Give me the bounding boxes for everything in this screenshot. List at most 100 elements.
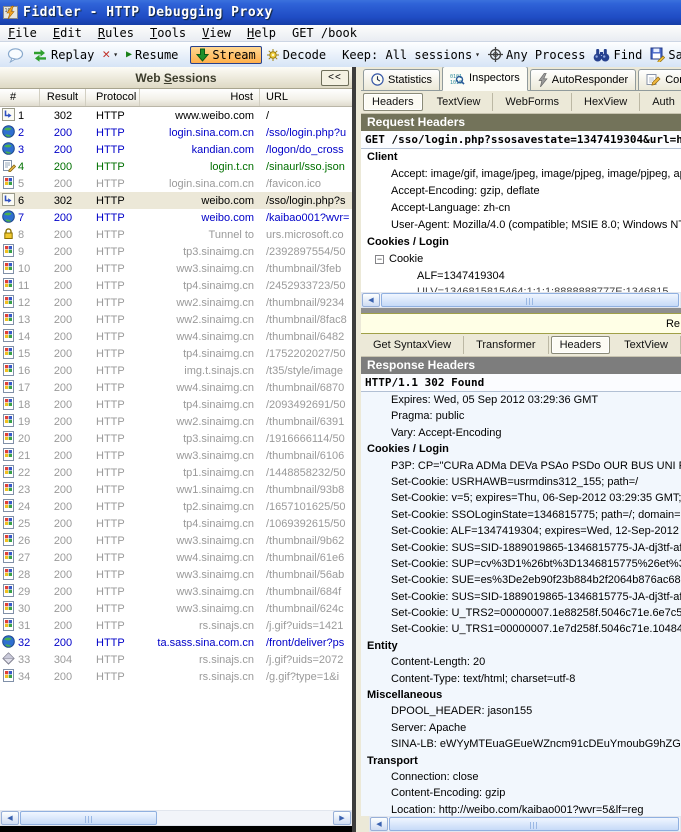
host: tp4.sinaimg.cn <box>140 518 260 530</box>
fiddler-window: 101 Fiddler - HTTP Debugging Proxy FileE… <box>0 0 681 832</box>
result-code: 200 <box>40 620 86 632</box>
session-row-25[interactable]: 25200HTTPtp4.sinaimg.cn/1069392615/50 <box>0 515 352 532</box>
session-row-7[interactable]: 7200HTTPweibo.com/kaibao001?wvr= <box>0 209 352 226</box>
session-row-33[interactable]: 33304HTTPrs.sinajs.cn/j.gif?uids=2072 <box>0 651 352 668</box>
save-button[interactable]: Save <box>646 45 681 64</box>
menu-item-get-book[interactable]: GET /book <box>284 26 365 40</box>
session-row-6[interactable]: 6302HTTPweibo.com/sso/login.php?s <box>0 192 352 209</box>
column-header-host[interactable]: Host <box>140 89 260 106</box>
keep-sessions-dropdown[interactable]: Keep: All sessions▾ <box>338 46 484 64</box>
replay-button[interactable]: Replay <box>28 45 98 64</box>
remove-sessions-icon: ✕ <box>102 47 110 62</box>
session-row-9[interactable]: 9200HTTPtp3.sinaimg.cn/2392897554/50 <box>0 243 352 260</box>
comment-button[interactable] <box>3 45 28 65</box>
session-row-24[interactable]: 24200HTTPtp2.sinaimg.cn/1657101625/50 <box>0 498 352 515</box>
session-row-18[interactable]: 18200HTTPtp4.sinaimg.cn/2093492691/50 <box>0 396 352 413</box>
scroll-right-button[interactable]: ▶ <box>333 811 351 825</box>
menu-item-edit[interactable]: Edit <box>45 26 90 40</box>
session-row-28[interactable]: 28200HTTPww3.sinaimg.cn/thumbnail/56ab <box>0 566 352 583</box>
session-row-2[interactable]: 2200HTTPlogin.sina.com.cn/sso/login.php?… <box>0 124 352 141</box>
session-row-31[interactable]: 31200HTTPrs.sinajs.cn/j.gif?uids=1421 <box>0 617 352 634</box>
remove-sessions-button[interactable]: ✕▾ <box>98 45 122 64</box>
request-tab-textview[interactable]: TextView <box>425 93 494 111</box>
collapse-sessions-button[interactable]: << <box>321 70 349 86</box>
session-row-10[interactable]: 10200HTTPww3.sinaimg.cn/thumbnail/3feb <box>0 260 352 277</box>
session-row-5[interactable]: 5200HTTPlogin.sina.com.cn/favicon.ico <box>0 175 352 192</box>
web-sessions-header: Web Sessions << <box>0 67 352 89</box>
menu-item-help[interactable]: Help <box>239 26 284 40</box>
host: ww4.sinaimg.cn <box>140 552 260 564</box>
session-row-17[interactable]: 17200HTTPww4.sinaimg.cn/thumbnail/6870 <box>0 379 352 396</box>
session-row-34[interactable]: 34200HTTPrs.sinajs.cn/g.gif?type=1&i <box>0 668 352 685</box>
session-row-29[interactable]: 29200HTTPww3.sinaimg.cn/thumbnail/684f <box>0 583 352 600</box>
session-row-8[interactable]: 8200HTTPTunnel tours.microsoft.co <box>0 226 352 243</box>
scroll-track[interactable] <box>158 811 333 825</box>
session-row-11[interactable]: 11200HTTPtp4.sinaimg.cn/2452933723/50 <box>0 277 352 294</box>
menu-item-tools[interactable]: Tools <box>142 26 194 40</box>
session-row-19[interactable]: 19200HTTPww2.sinaimg.cn/thumbnail/6391 <box>0 413 352 430</box>
autoresponder-icon <box>538 73 548 87</box>
tab-comp[interactable]: Comp <box>638 69 681 90</box>
tab-autoresponder[interactable]: AutoResponder <box>530 69 636 90</box>
session-row-21[interactable]: 21200HTTPww3.sinaimg.cn/thumbnail/6106 <box>0 447 352 464</box>
session-row-20[interactable]: 20200HTTPtp3.sinaimg.cn/1916666114/50 <box>0 430 352 447</box>
request-tab-webforms[interactable]: WebForms <box>493 93 572 111</box>
menu-item-rules[interactable]: Rules <box>90 26 142 40</box>
result-code: 200 <box>40 144 86 156</box>
session-row-30[interactable]: 30200HTTPww3.sinaimg.cn/thumbnail/624c <box>0 600 352 617</box>
tab-inspectors[interactable]: 01011010Inspectors <box>442 67 528 91</box>
session-row-1[interactable]: 1302HTTPwww.weibo.com/ <box>0 107 352 124</box>
request-tab-auth[interactable]: Auth <box>640 93 681 111</box>
stream-toggle[interactable]: Stream <box>190 46 261 64</box>
response-encoding-notification[interactable]: Re <box>361 313 681 334</box>
scroll-thumb[interactable] <box>389 817 679 831</box>
request-horizontal-scrollbar[interactable]: ◀ <box>361 292 681 308</box>
session-row-23[interactable]: 23200HTTPww1.sinaimg.cn/thumbnail/93b8 <box>0 481 352 498</box>
collapse-toggle-icon[interactable]: − <box>375 255 384 264</box>
response-tab-textview[interactable]: TextView <box>612 336 681 354</box>
scroll-left-button[interactable]: ◀ <box>362 293 380 307</box>
session-row-3[interactable]: 3200HTTPkandian.com/logon/do_cross <box>0 141 352 158</box>
response-tab-get-syntaxview[interactable]: Get SyntaxView <box>361 336 464 354</box>
session-number: 11 <box>18 280 40 292</box>
session-row-27[interactable]: 27200HTTPww4.sinaimg.cn/thumbnail/61e6 <box>0 549 352 566</box>
request-tab-headers[interactable]: Headers <box>363 93 423 111</box>
header-section-title: Client <box>361 149 681 166</box>
request-tab-hexview[interactable]: HexView <box>572 93 640 111</box>
session-row-26[interactable]: 26200HTTPww3.sinaimg.cn/thumbnail/9b62 <box>0 532 352 549</box>
tab-statistics[interactable]: Statistics <box>363 69 440 90</box>
tab-label: AutoResponder <box>552 74 628 86</box>
session-row-15[interactable]: 15200HTTPtp4.sinaimg.cn/1752202027/50 <box>0 345 352 362</box>
resume-button[interactable]: ▶Resume <box>122 46 182 64</box>
scroll-left-button[interactable]: ◀ <box>1 811 19 825</box>
session-row-16[interactable]: 16200HTTPimg.t.sinajs.cn/t35/style/image <box>0 362 352 379</box>
response-tab-transformer[interactable]: Transformer <box>464 336 549 354</box>
protocol: HTTP <box>86 365 140 377</box>
session-row-14[interactable]: 14200HTTPww4.sinaimg.cn/thumbnail/6482 <box>0 328 352 345</box>
protocol: HTTP <box>86 144 140 156</box>
session-row-13[interactable]: 13200HTTPww2.sinaimg.cn/thumbnail/8fac8 <box>0 311 352 328</box>
session-number: 15 <box>18 348 40 360</box>
column-header-result[interactable]: Result <box>40 89 86 106</box>
column-header-num[interactable]: # <box>0 89 40 106</box>
any-process-button[interactable]: Any Process <box>484 45 589 64</box>
session-number: 33 <box>18 654 40 666</box>
menu-item-view[interactable]: View <box>194 26 239 40</box>
response-tab-headers[interactable]: Headers <box>551 336 611 354</box>
column-header-url[interactable]: URL <box>260 89 352 106</box>
column-header-protocol[interactable]: Protocol <box>86 89 140 106</box>
session-row-12[interactable]: 12200HTTPww2.sinaimg.cn/thumbnail/9234 <box>0 294 352 311</box>
session-row-32[interactable]: 32200HTTPta.sass.sina.com.cn/front/deliv… <box>0 634 352 651</box>
find-button[interactable]: Find <box>589 46 646 64</box>
session-row-22[interactable]: 22200HTTPtp1.sinaimg.cn/1448858232/50 <box>0 464 352 481</box>
protocol: HTTP <box>86 518 140 530</box>
scroll-thumb[interactable] <box>381 293 679 307</box>
response-horizontal-scrollbar[interactable]: ◀ <box>369 816 681 832</box>
decode-toggle[interactable]: Decode <box>262 46 330 64</box>
menu-item-file[interactable]: File <box>0 26 45 40</box>
scroll-left-button[interactable]: ◀ <box>370 817 388 831</box>
header-line: Location: http://weibo.com/kaibao001?wvr… <box>361 802 681 816</box>
sessions-horizontal-scrollbar[interactable]: ◀ ▶ <box>0 810 352 826</box>
session-row-4[interactable]: 4200HTTPlogin.t.cn/sinaurl/sso.json <box>0 158 352 175</box>
scroll-thumb[interactable] <box>20 811 157 825</box>
